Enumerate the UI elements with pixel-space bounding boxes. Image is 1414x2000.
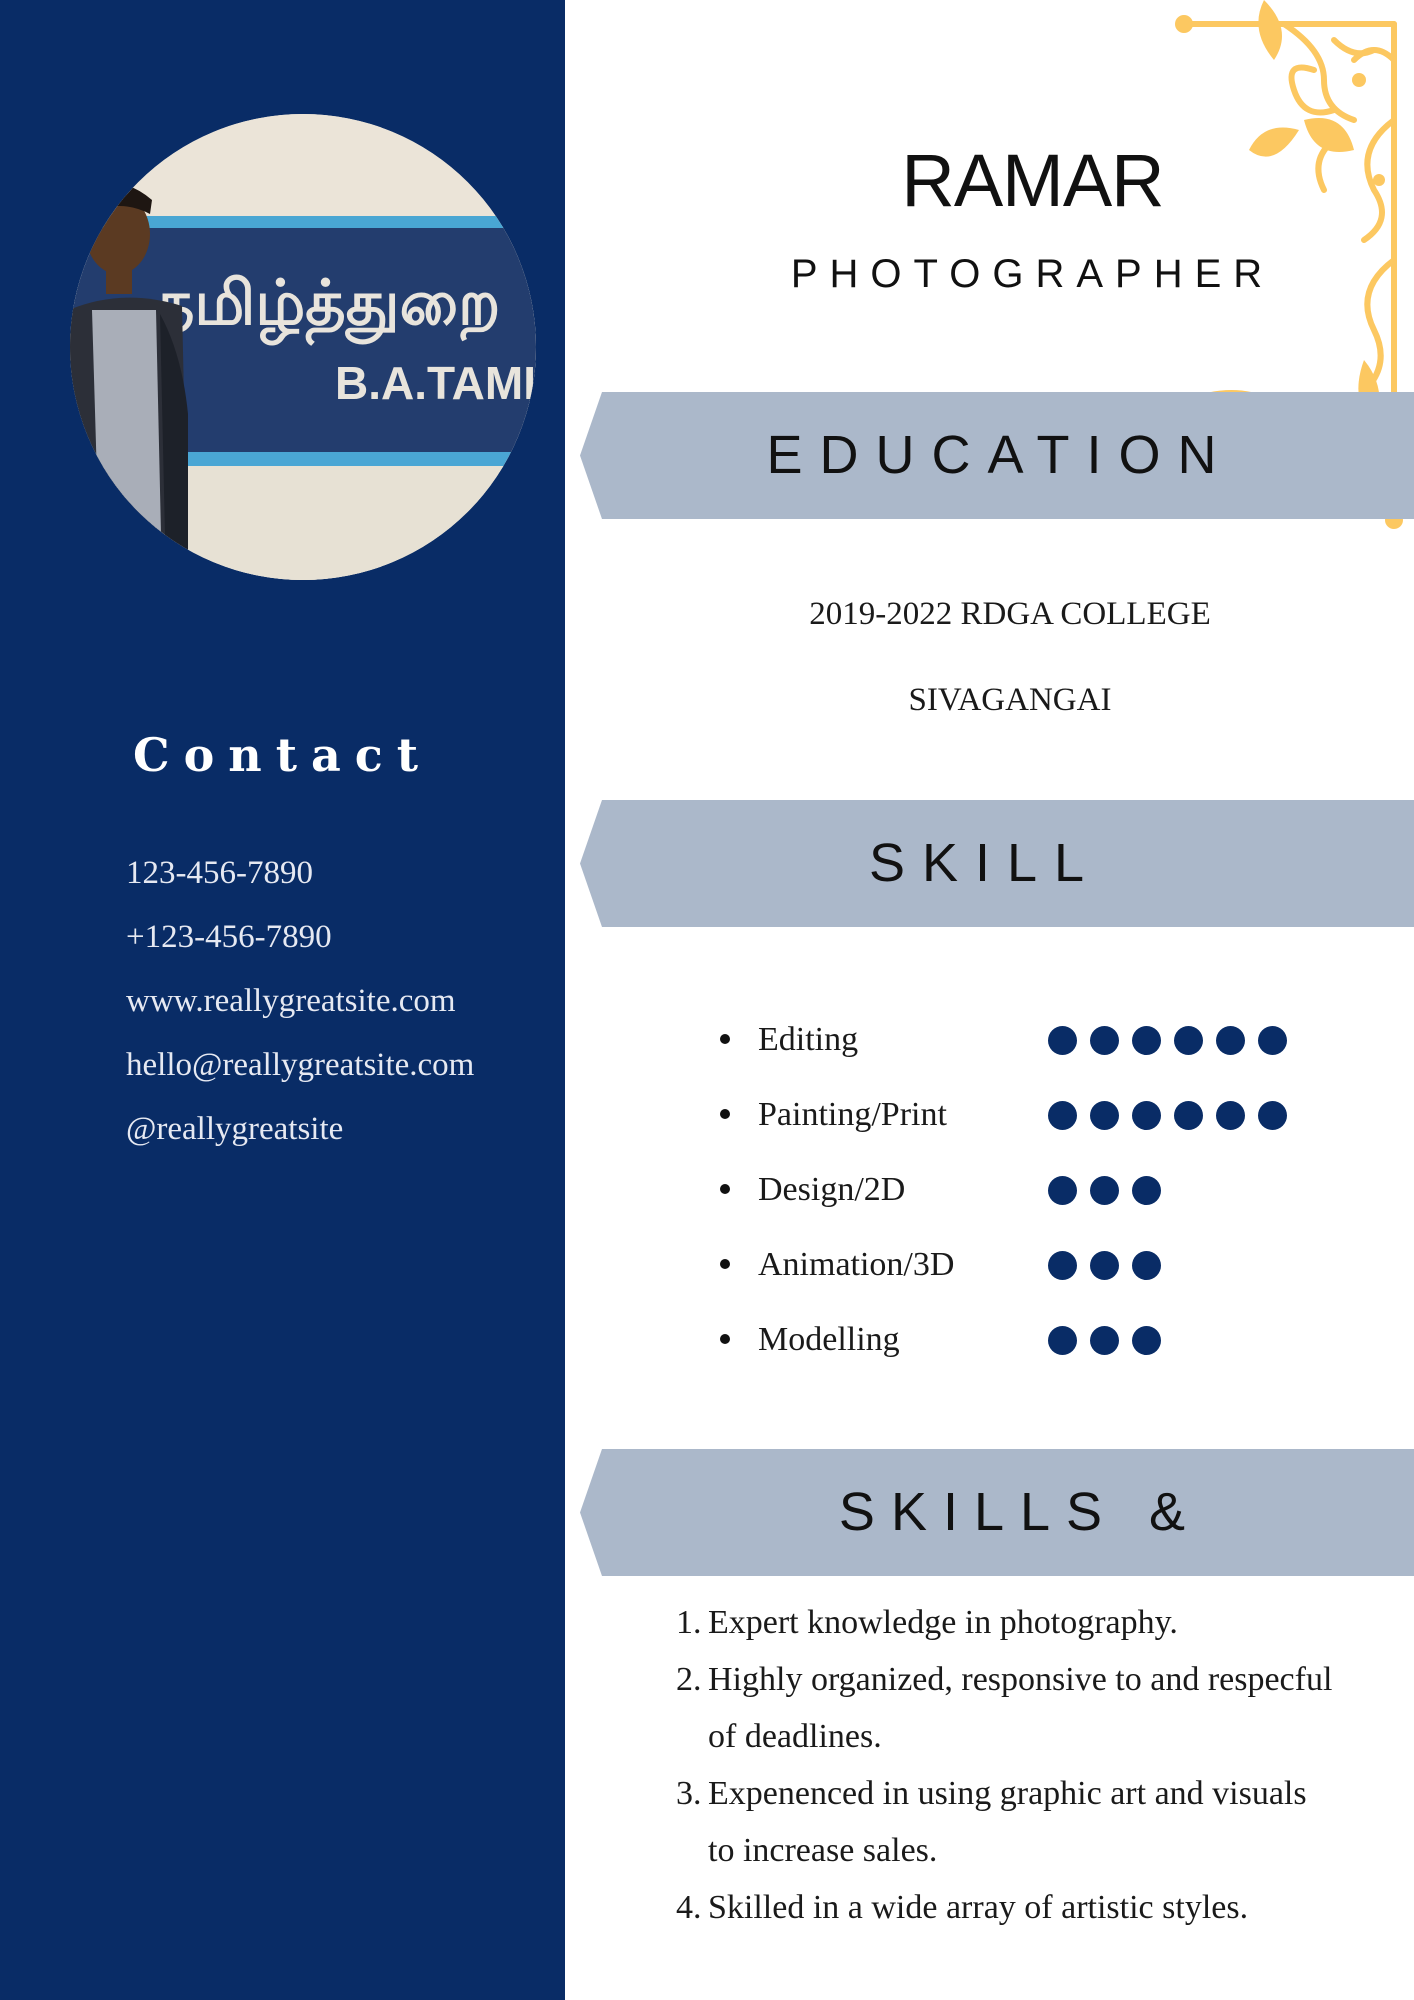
rating-dot-icon bbox=[1048, 1251, 1077, 1280]
rating-dot-icon bbox=[1048, 1176, 1077, 1205]
skill-rating bbox=[1048, 1326, 1174, 1359]
rating-dot-icon bbox=[1258, 1026, 1287, 1055]
skill-name: Animation/3D bbox=[758, 1246, 955, 1283]
skill-item: Painting/Print bbox=[720, 1091, 1360, 1166]
skill-name: Design/2D bbox=[758, 1171, 906, 1208]
sign-text-latin: B.A.TAMIL bbox=[335, 357, 536, 409]
rating-dot-icon bbox=[1090, 1176, 1119, 1205]
skill-item: Animation/3D bbox=[720, 1241, 1360, 1316]
rating-dot-icon bbox=[1216, 1101, 1245, 1130]
skill-list: Editing Painting/Print Design/2D Animati… bbox=[720, 1016, 1360, 1391]
skill-rating bbox=[1048, 1026, 1300, 1059]
interest-item: 3. Expenenced in using graphic art and vi… bbox=[676, 1765, 1336, 1879]
bullet-icon bbox=[720, 1184, 730, 1194]
bullet-icon bbox=[720, 1109, 730, 1119]
education-line-2: SIVAGANGAI bbox=[908, 682, 1112, 718]
skill-heading: SKILL bbox=[868, 833, 1102, 893]
bullet-icon bbox=[720, 1259, 730, 1269]
interest-item: 2. Highly organized, responsive to and re… bbox=[676, 1651, 1336, 1765]
skill-rating bbox=[1048, 1176, 1174, 1209]
skill-item: Design/2D bbox=[720, 1166, 1360, 1241]
skill-item: Modelling bbox=[720, 1316, 1360, 1391]
contact-website[interactable]: www.reallygreatsite.com bbox=[126, 976, 474, 1040]
person-role: PHOTOGRAPHER bbox=[790, 252, 1275, 296]
interest-text: Expert knowledge in photography. bbox=[708, 1604, 1178, 1641]
rating-dot-icon bbox=[1090, 1326, 1119, 1355]
rating-dot-icon bbox=[1174, 1026, 1203, 1055]
contact-phone: 123-456-7890 bbox=[126, 855, 313, 891]
interests-list: 1. Expert knowledge in photography. 2. Hig… bbox=[676, 1594, 1336, 1936]
contact-heading: Contact bbox=[132, 728, 433, 782]
rating-dot-icon bbox=[1174, 1101, 1203, 1130]
person-name: RAMAR bbox=[901, 139, 1164, 222]
education-line-1: 2019-2022 RDGA COLLEGE bbox=[809, 596, 1211, 632]
interest-number: 1. bbox=[676, 1604, 702, 1641]
interest-number: 2. bbox=[676, 1661, 702, 1698]
skill-name: Painting/Print bbox=[758, 1096, 947, 1133]
contact-social[interactable]: @reallygreatsite bbox=[126, 1104, 474, 1168]
rating-dot-icon bbox=[1132, 1326, 1161, 1355]
interests-banner: SKILLS & INTEREST bbox=[580, 1449, 1414, 1576]
skill-rating bbox=[1048, 1251, 1174, 1284]
sidebar: தமிழ்த்துறை B.A.TAMIL Contact 123-456-78… bbox=[0, 0, 565, 2000]
bullet-icon bbox=[720, 1334, 730, 1344]
rating-dot-icon bbox=[1090, 1026, 1119, 1055]
skill-banner: SKILL bbox=[580, 800, 1414, 927]
interest-text: Skilled in a wide array of artistic styl… bbox=[708, 1889, 1249, 1926]
interest-item: 4. Skilled in a wide array of artistic st… bbox=[676, 1879, 1336, 1936]
contact-email[interactable]: hello@reallygreatsite.com bbox=[126, 1040, 474, 1104]
profile-photo-image: தமிழ்த்துறை B.A.TAMIL bbox=[70, 114, 536, 580]
education-heading: EDUCATION bbox=[766, 425, 1234, 485]
interests-heading: SKILLS & INTEREST bbox=[822, 1482, 1218, 1669]
rating-dot-icon bbox=[1090, 1101, 1119, 1130]
education-banner: EDUCATION bbox=[580, 392, 1414, 519]
rating-dot-icon bbox=[1258, 1101, 1287, 1130]
sign-text-tamil: தமிழ்த்துறை bbox=[154, 266, 500, 346]
skill-name: Modelling bbox=[758, 1321, 900, 1358]
contact-list: 123-456-7890 +123-456-7890 www.reallygre… bbox=[126, 848, 474, 1168]
rating-dot-icon bbox=[1132, 1101, 1161, 1130]
bullet-icon bbox=[720, 1034, 730, 1044]
skill-rating bbox=[1048, 1101, 1300, 1134]
interest-text: Expenenced in using graphic art and visu… bbox=[708, 1775, 1307, 1869]
interest-number: 3. bbox=[676, 1775, 702, 1812]
rating-dot-icon bbox=[1132, 1176, 1161, 1205]
rating-dot-icon bbox=[1132, 1026, 1161, 1055]
interest-item: 1. Expert knowledge in photography. bbox=[676, 1594, 1336, 1651]
rating-dot-icon bbox=[1090, 1251, 1119, 1280]
interest-text: Highly organized, responsive to and resp… bbox=[708, 1661, 1333, 1755]
rating-dot-icon bbox=[1048, 1101, 1077, 1130]
rating-dot-icon bbox=[1048, 1026, 1077, 1055]
rating-dot-icon bbox=[1132, 1251, 1161, 1280]
rating-dot-icon bbox=[1048, 1326, 1077, 1355]
interest-number: 4. bbox=[676, 1889, 702, 1926]
skill-item: Editing bbox=[720, 1016, 1360, 1091]
contact-phone-alt: +123-456-7890 bbox=[126, 919, 332, 955]
rating-dot-icon bbox=[1216, 1026, 1245, 1055]
skill-name: Editing bbox=[758, 1021, 859, 1058]
profile-photo: தமிழ்த்துறை B.A.TAMIL bbox=[70, 114, 536, 580]
